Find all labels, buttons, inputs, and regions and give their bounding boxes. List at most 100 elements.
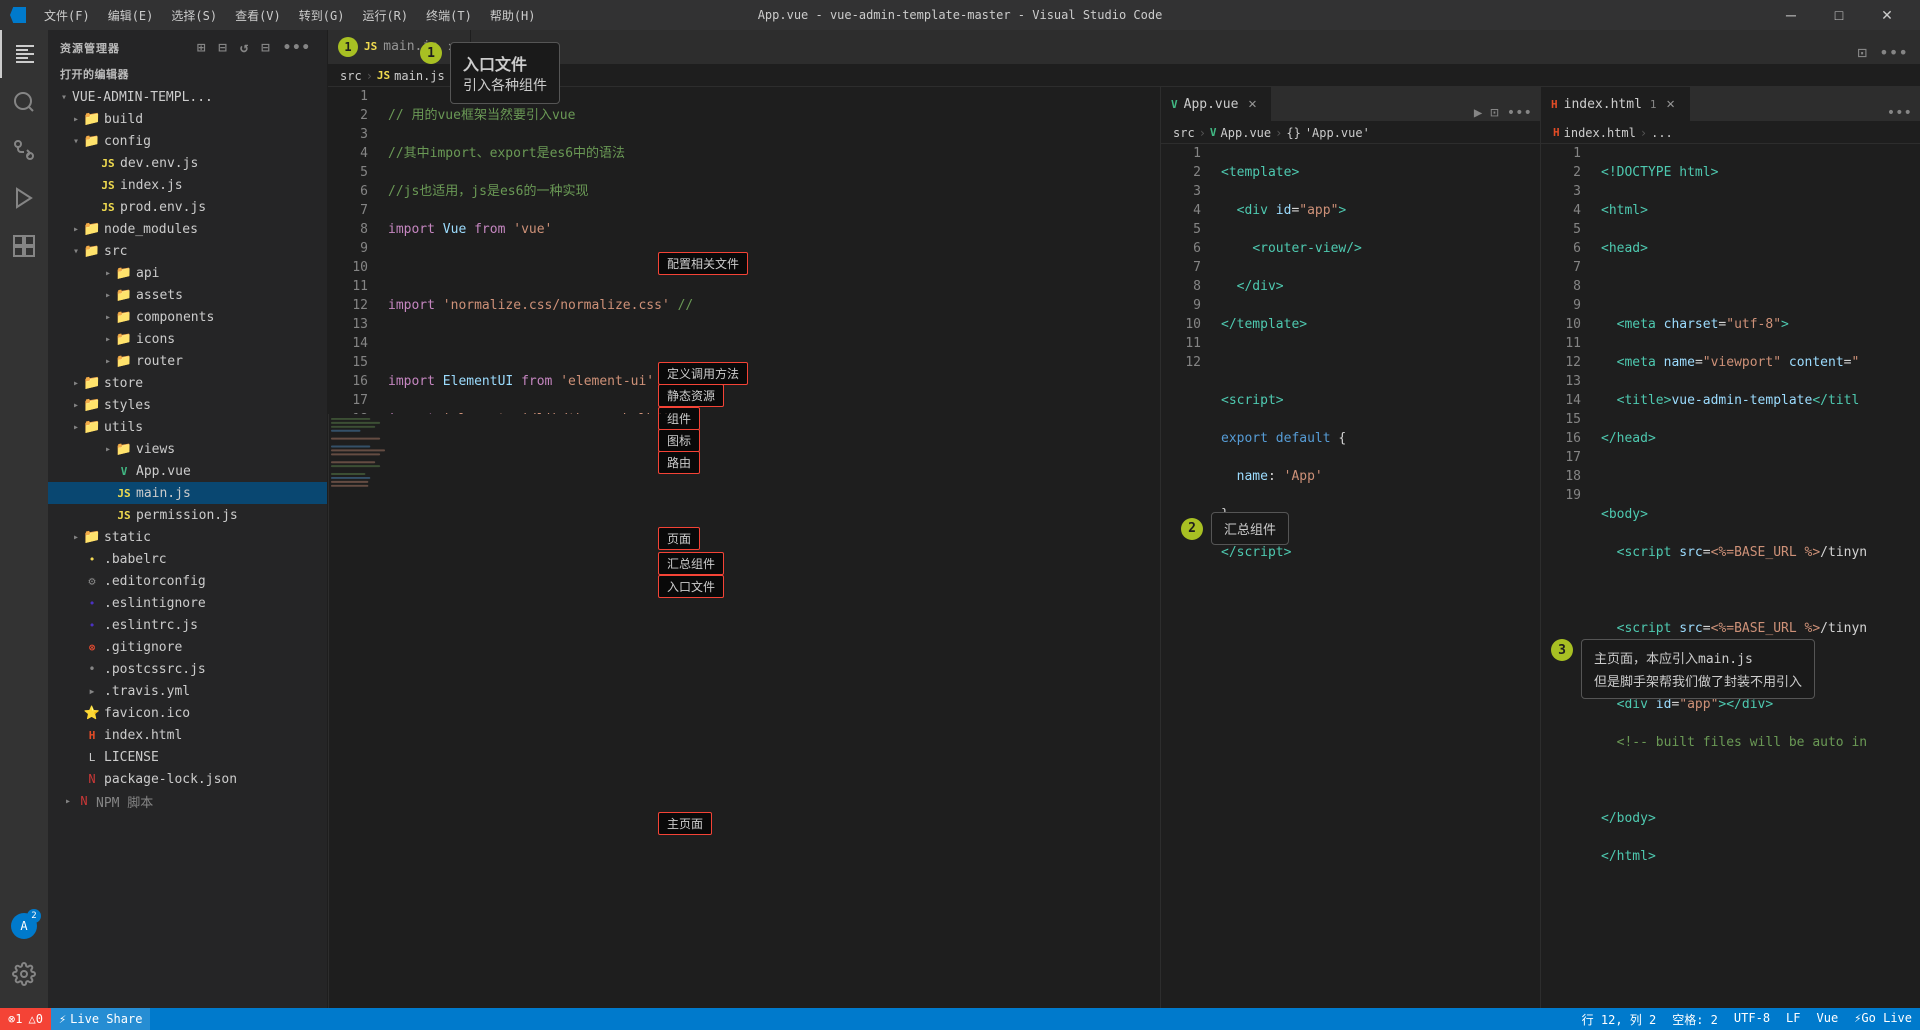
index-html-close[interactable]: ✕ bbox=[1663, 96, 1679, 112]
tree-item-config-index[interactable]: JS index.js bbox=[48, 174, 327, 196]
more-app-vue[interactable]: ••• bbox=[1507, 105, 1532, 121]
tree-item-icons[interactable]: ▸ 📁 icons bbox=[48, 328, 327, 350]
avatar[interactable]: A 2 bbox=[11, 913, 37, 939]
new-file-icon[interactable]: ⊞ bbox=[193, 38, 210, 58]
status-golive[interactable]: ⚡ Go Live bbox=[1846, 1011, 1920, 1025]
status-spaces[interactable]: 空格: 2 bbox=[1664, 1011, 1726, 1028]
tree-item-npm-scripts[interactable]: ▸ N NPM 脚本 bbox=[48, 790, 327, 812]
tree-item-main-js[interactable]: JS main.js bbox=[48, 482, 327, 504]
tree-item-prod-env[interactable]: JS prod.env.js bbox=[48, 196, 327, 218]
icons-arrow: ▸ bbox=[100, 331, 116, 347]
menu-item-选择(S)[interactable]: 选择(S) bbox=[163, 5, 225, 26]
tree-item-node-modules[interactable]: ▸ 📁 node_modules bbox=[48, 218, 327, 240]
menu-item-转到(G)[interactable]: 转到(G) bbox=[291, 5, 353, 26]
activity-item-run[interactable] bbox=[0, 174, 48, 222]
main-js-close[interactable]: ✕ bbox=[444, 39, 460, 55]
tree-item-views[interactable]: ▸ 📁 views bbox=[48, 438, 327, 460]
bc-ellipsis[interactable]: ... bbox=[460, 69, 482, 83]
tree-item-static[interactable]: ▸ 📁 static bbox=[48, 526, 327, 548]
close-button[interactable]: ✕ bbox=[1864, 0, 1910, 30]
tree-item-root[interactable]: ▾ VUE-ADMIN-TEMPL... bbox=[48, 86, 327, 108]
tree-item-api[interactable]: ▸ 📁 api bbox=[48, 262, 327, 284]
tree-item-favicon[interactable]: ⭐ favicon.ico bbox=[48, 702, 327, 724]
tree-item-utils[interactable]: ▸ 📁 utils bbox=[48, 416, 327, 438]
menu-item-文件(F)[interactable]: 文件(F) bbox=[36, 5, 98, 26]
tab-index-html[interactable]: H index.html 1 ✕ bbox=[1541, 87, 1690, 121]
tree-item-editorconfig[interactable]: ⚙ .editorconfig bbox=[48, 570, 327, 592]
live-share-btn[interactable]: ⚡ Live Share bbox=[51, 1008, 150, 1030]
tree-item-dev-env[interactable]: JS dev.env.js bbox=[48, 152, 327, 174]
more-index-html[interactable]: ••• bbox=[1887, 105, 1912, 121]
activity-item-source-control[interactable] bbox=[0, 126, 48, 174]
bc-vue-name[interactable]: 'App.vue' bbox=[1305, 126, 1370, 140]
tree-item-styles[interactable]: ▸ 📁 styles bbox=[48, 394, 327, 416]
bc-vue-src[interactable]: src bbox=[1173, 126, 1195, 140]
collapse-icon[interactable]: ⊟ bbox=[257, 38, 274, 58]
main-js-code-content[interactable]: 12345 678910 1112131415 1617181920 21222… bbox=[328, 87, 1160, 414]
tree-item-app-vue[interactable]: V App.vue bbox=[48, 460, 327, 482]
bc-html-icon[interactable]: H bbox=[1553, 126, 1560, 139]
more-actions-icon[interactable]: ••• bbox=[279, 38, 315, 58]
bc-app-vue[interactable]: App.vue bbox=[1221, 126, 1272, 140]
tree-item-store[interactable]: ▸ 📁 store bbox=[48, 372, 327, 394]
activity-item-settings[interactable] bbox=[0, 950, 48, 998]
activity-item-search[interactable] bbox=[0, 78, 48, 126]
bc-index-html[interactable]: index.html bbox=[1564, 126, 1636, 140]
run-app-vue[interactable]: ▶ bbox=[1474, 105, 1482, 121]
app-vue-code-content[interactable]: 12345 678910 1112 <template> <div id="ap… bbox=[1161, 144, 1540, 1008]
tree-item-router[interactable]: ▸ 📁 router bbox=[48, 350, 327, 372]
bc-src[interactable]: src bbox=[340, 69, 362, 83]
tab-main-js[interactable]: 1 JS main.js ✕ bbox=[328, 30, 471, 64]
tree-item-index-html[interactable]: H index.html bbox=[48, 724, 327, 746]
tree-item-assets[interactable]: ▸ 📁 assets bbox=[48, 284, 327, 306]
bc-vue-icon[interactable]: V bbox=[1210, 126, 1217, 139]
open-editors[interactable]: 打开的编辑器 bbox=[48, 62, 327, 86]
title-bar-menu[interactable]: 文件(F)编辑(E)选择(S)查看(V)转到(G)运行(R)终端(T)帮助(H) bbox=[36, 5, 544, 26]
tree-item-travis[interactable]: ▸ .travis.yml bbox=[48, 680, 327, 702]
tree-item-babelrc[interactable]: • .babelrc bbox=[48, 548, 327, 570]
status-errors[interactable]: ⊗ 1 △ 0 bbox=[0, 1008, 51, 1030]
tree-item-permission[interactable]: JS permission.js bbox=[48, 504, 327, 526]
status-eol[interactable]: LF bbox=[1778, 1011, 1808, 1025]
tree-item-eslintignore[interactable]: • .eslintignore bbox=[48, 592, 327, 614]
app-vue-close[interactable]: ✕ bbox=[1244, 96, 1260, 112]
tree-item-src[interactable]: ▾ 📁 src bbox=[48, 240, 327, 262]
menu-item-终端(T)[interactable]: 终端(T) bbox=[418, 5, 480, 26]
activity-item-avatar[interactable]: A 2 bbox=[0, 902, 48, 950]
status-language[interactable]: Vue bbox=[1809, 1011, 1847, 1025]
tree-item-license[interactable]: L LICENSE bbox=[48, 746, 327, 768]
tree-item-package-lock[interactable]: N package-lock.json bbox=[48, 768, 327, 790]
activity-item-extensions[interactable] bbox=[0, 222, 48, 270]
menu-item-编辑(E)[interactable]: 编辑(E) bbox=[100, 5, 162, 26]
tree-item-components[interactable]: ▸ 📁 components bbox=[48, 306, 327, 328]
refresh-icon[interactable]: ↺ bbox=[236, 38, 253, 58]
bc-js-icon[interactable]: JS bbox=[377, 69, 390, 82]
menu-item-查看(V)[interactable]: 查看(V) bbox=[227, 5, 289, 26]
breadcrumb-app-vue: src › V App.vue › {} 'App.vue' bbox=[1161, 122, 1540, 144]
menu-item-帮助(H)[interactable]: 帮助(H) bbox=[482, 5, 544, 26]
status-encoding[interactable]: UTF-8 bbox=[1726, 1011, 1778, 1025]
maximize-button[interactable]: □ bbox=[1816, 0, 1862, 30]
bc-vue-obj[interactable]: {} bbox=[1286, 126, 1300, 140]
index-html-code-content[interactable]: 12345 678910 1112131415 16171819 <!DOCTY… bbox=[1541, 144, 1920, 1008]
main-layout: A 2 资源管理器 ⊞ ⊟ ↺ ⊟ ••• 打开的编辑器 bbox=[0, 30, 1920, 1008]
minimize-button[interactable]: ─ bbox=[1768, 0, 1814, 30]
status-position[interactable]: 行 12, 列 2 bbox=[1574, 1011, 1665, 1028]
bc-html-ellipsis[interactable]: ... bbox=[1651, 126, 1673, 140]
split-editor-btn[interactable]: ⊡ bbox=[1853, 41, 1871, 64]
more-tab-actions[interactable]: ••• bbox=[1875, 41, 1912, 64]
tree-item-gitignore[interactable]: ⊛ .gitignore bbox=[48, 636, 327, 658]
new-folder-icon[interactable]: ⊟ bbox=[214, 38, 231, 58]
sidebar-header-actions[interactable]: ⊞ ⊟ ↺ ⊟ ••• bbox=[193, 38, 315, 58]
tree-item-postcssrc[interactable]: • .postcssrc.js bbox=[48, 658, 327, 680]
tree-item-build[interactable]: ▸ 📁 build bbox=[48, 108, 327, 130]
activity-item-explorer[interactable] bbox=[0, 30, 48, 78]
menu-item-运行(R)[interactable]: 运行(R) bbox=[354, 5, 416, 26]
title-bar-controls[interactable]: ─ □ ✕ bbox=[1768, 0, 1910, 30]
split-app-vue[interactable]: ⊡ bbox=[1490, 105, 1498, 121]
store-arrow: ▸ bbox=[68, 375, 84, 391]
tree-item-config[interactable]: ▾ 📁 config bbox=[48, 130, 327, 152]
bc-main-js[interactable]: main.js bbox=[394, 69, 445, 83]
tab-app-vue[interactable]: V App.vue ✕ bbox=[1161, 87, 1271, 121]
tree-item-eslintrc[interactable]: • .eslintrc.js bbox=[48, 614, 327, 636]
